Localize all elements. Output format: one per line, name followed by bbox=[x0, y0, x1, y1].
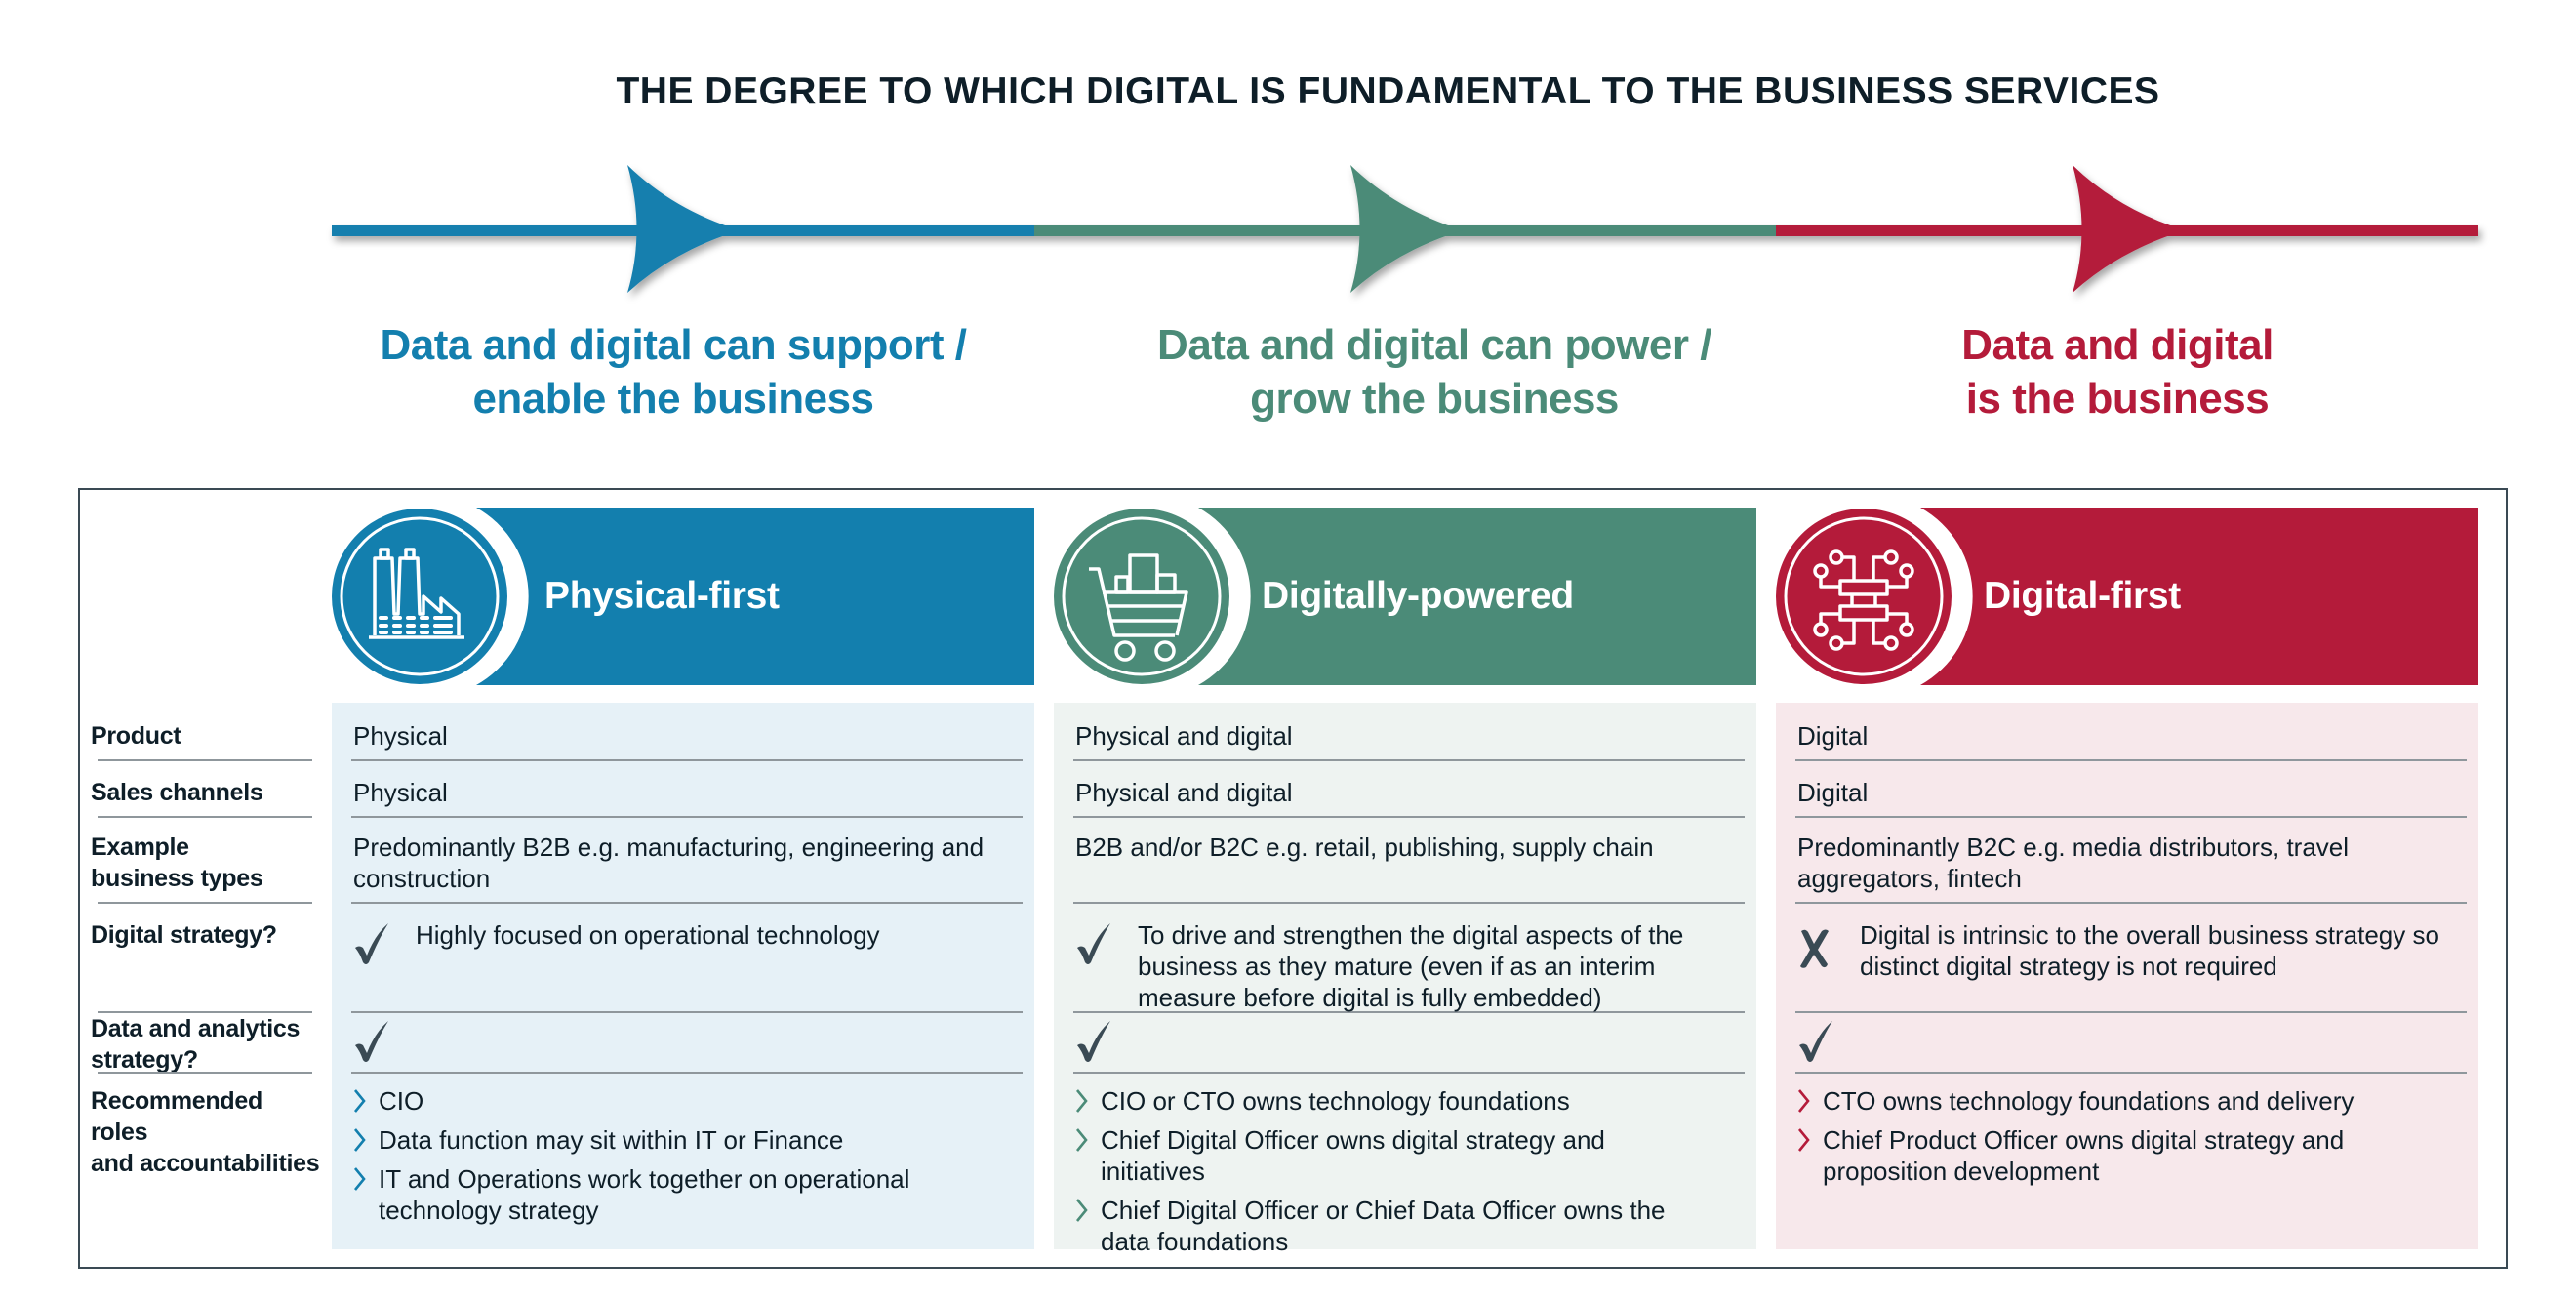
role-text: CIO bbox=[379, 1086, 424, 1116]
cell-business-types: Predominantly B2C e.g. media distributor… bbox=[1797, 833, 2350, 893]
column-title: Digital-first bbox=[1984, 575, 2181, 617]
row-divider bbox=[351, 816, 1023, 818]
column-header-digitally-powered: Digitally-powered bbox=[1054, 508, 1756, 685]
cell-digital-strategy: To drive and strengthen the digital aspe… bbox=[1138, 920, 1684, 1012]
role-text: IT and Operations work together on opera… bbox=[379, 1164, 910, 1225]
cell-business-types: Predominantly B2B e.g. manufacturing, en… bbox=[353, 833, 985, 893]
progression-arrow bbox=[332, 165, 2478, 293]
row-divider bbox=[1073, 816, 1745, 818]
column-header-physical-first: Physical-first bbox=[332, 508, 1034, 685]
row-divider bbox=[98, 1072, 312, 1074]
stage-caption-line: Data and digital bbox=[1961, 321, 2274, 369]
cell-product: Physical and digital bbox=[1075, 721, 1293, 751]
checkmark-icon bbox=[1797, 1019, 1834, 1069]
role-text: Data function may sit within IT or Finan… bbox=[379, 1125, 844, 1155]
stage-caption-power: Data and digital can power / grow the bu… bbox=[1083, 318, 1786, 426]
roles-list-item: Chief Digital Officer or Chief Data Offi… bbox=[1075, 1195, 1696, 1257]
row-divider bbox=[1073, 1072, 1745, 1074]
cell-sales-channels: Physical bbox=[353, 778, 448, 807]
row-divider bbox=[1073, 902, 1745, 904]
cross-icon bbox=[1797, 927, 1831, 975]
stage-caption-line: Data and digital can support / bbox=[380, 321, 967, 369]
row-divider bbox=[98, 902, 312, 904]
row-divider bbox=[98, 759, 312, 761]
row-divider bbox=[351, 1011, 1023, 1013]
roles-list: CTO owns technology foundations and deli… bbox=[1797, 1085, 2418, 1195]
row-label-data-analytics-strategy: Data and analytics strategy? bbox=[91, 1015, 301, 1074]
row-divider bbox=[1795, 902, 2467, 904]
role-text: CTO owns technology foundations and deli… bbox=[1823, 1086, 2355, 1116]
row-divider bbox=[1795, 816, 2467, 818]
roles-list-item: CTO owns technology foundations and deli… bbox=[1797, 1085, 2418, 1117]
row-divider bbox=[98, 1011, 312, 1013]
arrowhead-is bbox=[2073, 165, 2185, 293]
stage-caption-is: Data and digital is the business bbox=[1834, 318, 2400, 426]
column-title: Physical-first bbox=[544, 575, 780, 617]
role-text: CIO or CTO owns technology foundations bbox=[1101, 1086, 1570, 1116]
stage-caption-line: Data and digital can power / bbox=[1157, 321, 1711, 369]
factory-icon bbox=[332, 509, 507, 684]
checkmark-icon bbox=[1075, 1019, 1112, 1069]
roles-list-item: Chief Digital Officer owns digital strat… bbox=[1075, 1124, 1696, 1187]
stage-caption-line: is the business bbox=[1965, 375, 2270, 423]
cell-sales-channels: Digital bbox=[1797, 778, 1869, 807]
shopping-cart-icon bbox=[1054, 509, 1229, 684]
checkmark-icon bbox=[353, 921, 390, 971]
checkmark-icon bbox=[1075, 921, 1112, 971]
row-divider bbox=[1073, 759, 1745, 761]
roles-list-item: CIO or CTO owns technology foundations bbox=[1075, 1085, 1696, 1117]
row-label-sales-channels: Sales channels bbox=[91, 779, 263, 806]
cell-digital-strategy: Highly focused on operational technology bbox=[416, 920, 880, 950]
row-label-product: Product bbox=[91, 722, 181, 750]
column-header-digital-first: Digital-first bbox=[1776, 508, 2478, 685]
arrowhead-support bbox=[627, 165, 740, 293]
roles-list-item: Chief Product Officer owns digital strat… bbox=[1797, 1124, 2418, 1187]
cell-business-types: B2B and/or B2C e.g. retail, publishing, … bbox=[1075, 833, 1654, 862]
stage-caption-line: enable the business bbox=[472, 375, 874, 423]
stage-caption-line: grow the business bbox=[1250, 375, 1619, 423]
roles-list: CIO Data function may sit within IT or Fi… bbox=[353, 1085, 974, 1234]
row-divider bbox=[1795, 1072, 2467, 1074]
circuit-chip-icon bbox=[1776, 509, 1952, 684]
column-title: Digitally-powered bbox=[1262, 575, 1574, 617]
row-label-roles: Recommended roles and accountabilities bbox=[91, 1087, 320, 1177]
stage-caption-support: Data and digital can support / enable th… bbox=[332, 318, 1015, 426]
row-divider bbox=[351, 759, 1023, 761]
arrowhead-power bbox=[1350, 165, 1463, 293]
roles-list-item: Data function may sit within IT or Finan… bbox=[353, 1124, 974, 1156]
roles-list-item: CIO bbox=[353, 1085, 974, 1117]
cell-digital-strategy: Digital is intrinsic to the overall busi… bbox=[1860, 920, 2439, 981]
role-text: Chief Product Officer owns digital strat… bbox=[1823, 1125, 2345, 1186]
row-divider bbox=[98, 816, 312, 818]
row-divider bbox=[1795, 1011, 2467, 1013]
row-label-business-types: Example business types bbox=[91, 834, 263, 892]
cell-product: Physical bbox=[353, 721, 448, 751]
row-divider bbox=[351, 902, 1023, 904]
roles-list-item: IT and Operations work together on opera… bbox=[353, 1163, 974, 1226]
roles-list: CIO or CTO owns technology foundations Ch… bbox=[1075, 1085, 1696, 1265]
row-divider bbox=[1795, 759, 2467, 761]
role-text: Chief Digital Officer or Chief Data Offi… bbox=[1101, 1196, 1666, 1256]
row-label-digital-strategy: Digital strategy? bbox=[91, 921, 277, 949]
checkmark-icon bbox=[353, 1019, 390, 1069]
row-divider bbox=[351, 1072, 1023, 1074]
role-text: Chief Digital Officer owns digital strat… bbox=[1101, 1125, 1605, 1186]
cell-product: Digital bbox=[1797, 721, 1869, 751]
cell-sales-channels: Physical and digital bbox=[1075, 778, 1293, 807]
